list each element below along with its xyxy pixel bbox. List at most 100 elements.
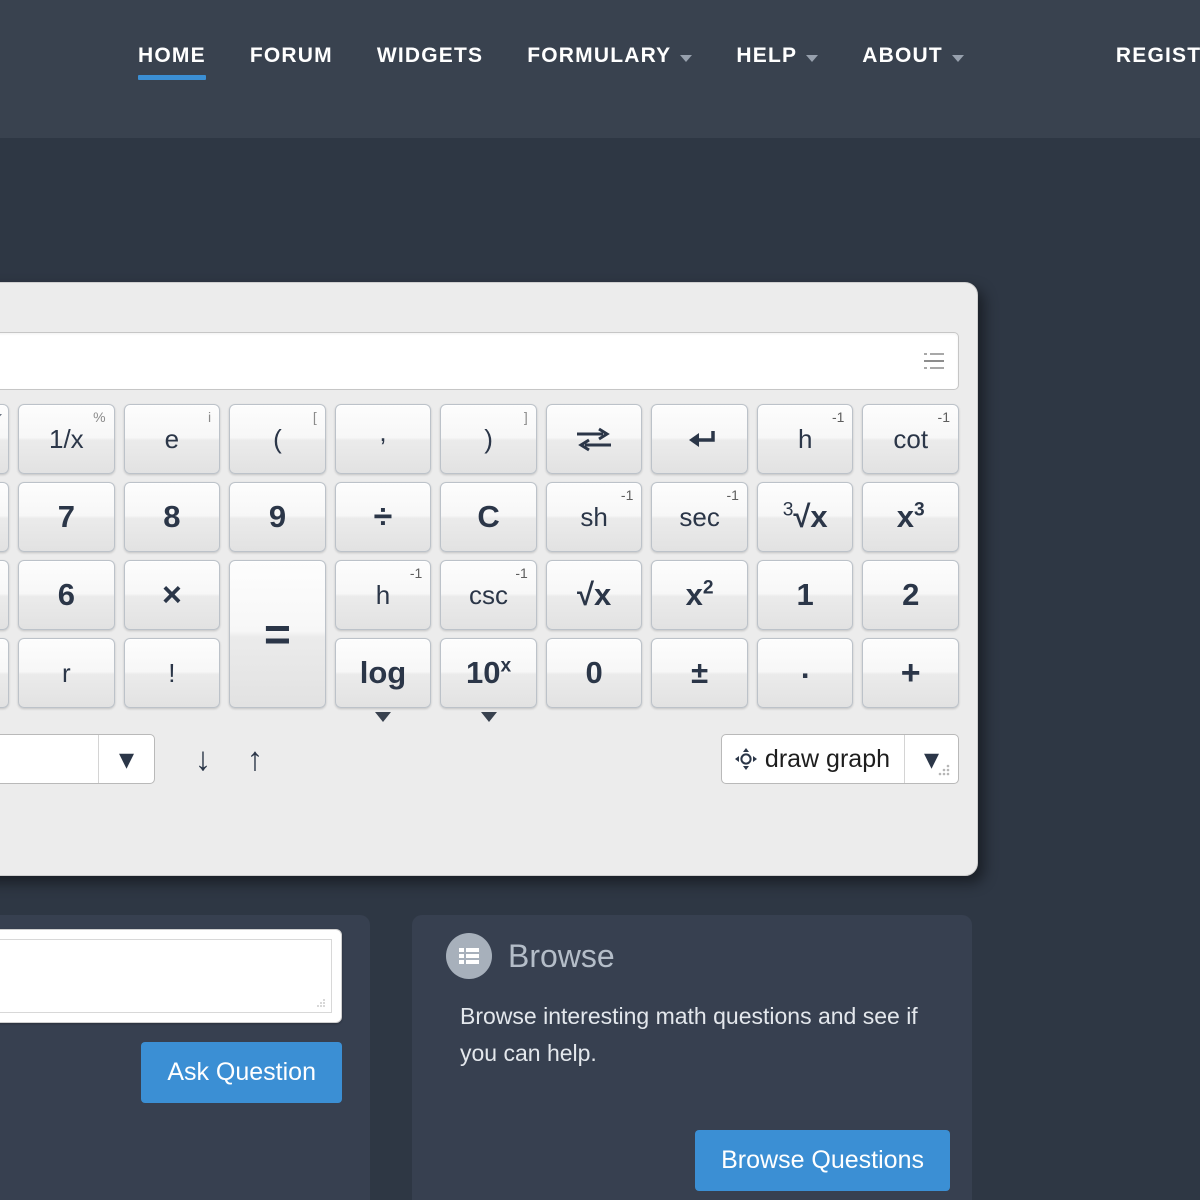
key-label: x3 [896,499,925,534]
browse-questions-button[interactable]: Browse Questions [695,1130,950,1191]
key-2[interactable]: 2 [862,560,959,630]
key-sec-inverse[interactable]: -1 sec [651,482,748,552]
key-sh-inverse[interactable]: -1 sh [545,482,643,552]
key-label: 10x [465,655,512,690]
key-label: + [900,653,921,692]
key-hyp-inverse-1[interactable]: -1 h [756,404,854,474]
nav-item-formulary[interactable]: FORMULARY [505,44,714,80]
key-label: C [477,499,500,534]
question-textarea[interactable]: question! [0,939,332,1013]
key-hyp-inverse-2[interactable]: -1 h [334,560,432,630]
key-divide[interactable]: ÷ [334,482,432,552]
key-comma[interactable]: , [334,404,432,474]
chevron-down-icon[interactable] [480,712,497,722]
key-0[interactable]: 0 [545,638,643,708]
key-open-paren[interactable]: [ ( [229,404,326,474]
key-ten-power-x[interactable]: 10x [440,638,537,722]
key-label: 7 [57,499,75,534]
key-factorial[interactable]: ! [123,638,221,708]
key-decimal-point[interactable]: . [756,638,854,708]
calculator-display[interactable] [0,332,959,390]
key-cot-inverse[interactable]: -1 cot [862,404,959,474]
key-x-cubed[interactable]: x3 [862,482,959,552]
key-r[interactable]: r [18,638,115,708]
key-swap[interactable] [545,404,643,474]
key-cube-root[interactable]: 3√x [756,482,854,552]
chevron-down-icon[interactable] [374,712,391,722]
nav-item-help[interactable]: HELP [714,44,840,80]
history-selected-value: -- History -- [0,735,98,783]
page-root: HOME FORUM WIDGETS FORMULARY HELP ABOUT [0,0,1200,1200]
key-9[interactable]: 9 [229,482,326,552]
key-minus[interactable]: - [0,638,10,708]
key-superscript: -1 [937,409,950,425]
key-clear[interactable]: C [440,482,537,552]
key-square-root[interactable]: √x [545,560,643,630]
key-label: 2 [902,577,920,612]
history-dropdown[interactable]: -- History -- ▾ [0,734,155,784]
key-variable-x[interactable]: var x [0,404,10,474]
swap-arrows-icon [577,427,612,452]
key-1[interactable]: 1 [756,560,854,630]
key-superscript: % [93,409,106,425]
key-euler-e[interactable]: i e [123,404,221,474]
nav-item-label: ABOUT [862,44,943,67]
nav-items: HOME FORUM WIDGETS FORMULARY HELP ABOUT [138,44,1200,80]
key-csc-inverse[interactable]: -1 csc [440,560,537,630]
key-reciprocal[interactable]: % 1/x [18,404,115,474]
key-label: × [161,575,182,614]
browse-card-title: Browse [508,937,615,974]
key-plus[interactable]: + [862,638,959,708]
nav-item-home[interactable]: HOME [138,44,228,80]
arrow-up-icon: ↑ [246,740,264,777]
key-label: h [797,423,813,454]
draw-graph-control[interactable]: draw graph ▾ [720,734,959,784]
key-label: 9 [268,499,287,534]
indent-align-icon[interactable] [924,352,944,370]
key-x-power-y[interactable]: xy [0,482,10,552]
key-multiply[interactable]: × [123,560,221,630]
key-5[interactable]: 5 [0,560,10,630]
key-enter[interactable] [651,404,748,474]
key-label: csc [469,579,509,610]
key-label: 8 [163,499,181,534]
key-label: 0 [585,655,603,690]
key-7[interactable]: 7 [18,482,115,552]
ask-question-button[interactable]: Ask Question [141,1042,342,1103]
key-label: 1 [796,577,814,612]
chevron-down-icon[interactable]: ▾ [98,735,154,783]
draw-graph-button[interactable]: draw graph [722,735,904,783]
calculator-panel: ct var x % 1/x i e [ ( [0,282,978,876]
key-equals[interactable]: = [229,560,326,708]
key-label: log [359,655,407,690]
key-superscript: -1 [726,487,739,503]
key-6[interactable]: 6 [18,560,115,630]
calculator-keypad: ct var x % 1/x i e [ ( [0,404,959,722]
key-label: . [800,650,810,685]
key-log[interactable]: log [334,638,432,722]
nav-item-register[interactable]: REGISTER [1094,44,1200,80]
key-x-squared[interactable]: x2 [651,560,748,630]
history-up-button[interactable]: ↑ [229,740,281,778]
enter-arrow-icon [688,431,715,447]
key-close-paren[interactable]: ] ) [440,404,537,474]
chevron-down-icon [0,414,3,420]
textarea-resize-grip[interactable] [314,996,327,1009]
key-label: r [62,657,71,688]
key-8[interactable]: 8 [123,482,221,552]
move-crosshair-icon [734,748,757,770]
browse-card-header: Browse [412,915,972,979]
key-superscript: -1 [515,565,528,581]
key-label: cot [893,423,929,454]
history-down-button[interactable]: ↓ [177,740,229,778]
key-label: ( [273,423,282,454]
ask-card-footer: quired! Ask Question [0,1023,370,1103]
nav-item-forum[interactable]: FORUM [228,44,355,80]
nav-item-widgets[interactable]: WIDGETS [355,44,505,80]
key-label: 6 [57,577,75,612]
nav-item-label: HELP [736,44,798,67]
question-textarea-wrapper[interactable]: question! [0,929,342,1023]
key-plus-minus[interactable]: ± [651,638,748,708]
panel-resize-grip[interactable] [936,762,952,778]
nav-item-about[interactable]: ABOUT [840,44,986,80]
